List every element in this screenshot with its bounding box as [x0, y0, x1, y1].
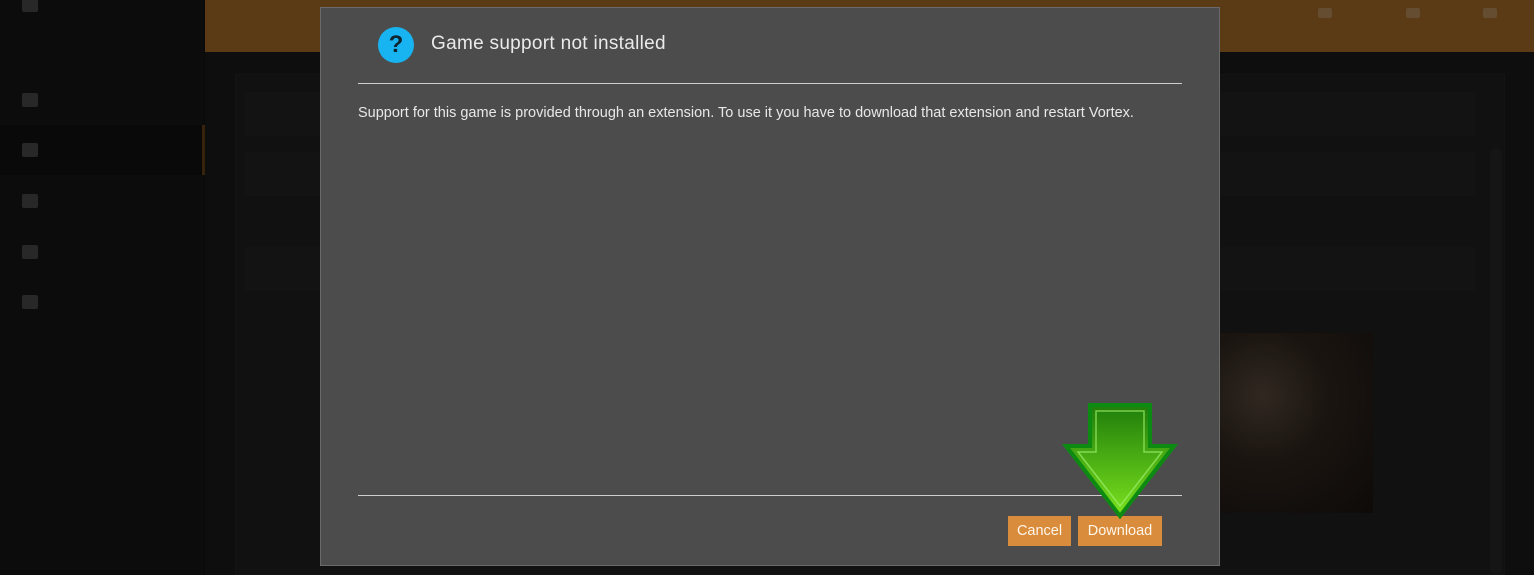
dialog-header: ? Game support not installed	[358, 8, 1182, 84]
footer-divider	[358, 495, 1182, 496]
dialog-title: Game support not installed	[431, 33, 666, 54]
download-button[interactable]: Download	[1078, 516, 1162, 546]
dialog-message: Support for this game is provided throug…	[358, 105, 1134, 121]
cancel-button[interactable]: Cancel	[1008, 516, 1071, 546]
game-support-dialog: ? Game support not installed Support for…	[320, 7, 1220, 566]
question-icon: ?	[378, 27, 414, 63]
